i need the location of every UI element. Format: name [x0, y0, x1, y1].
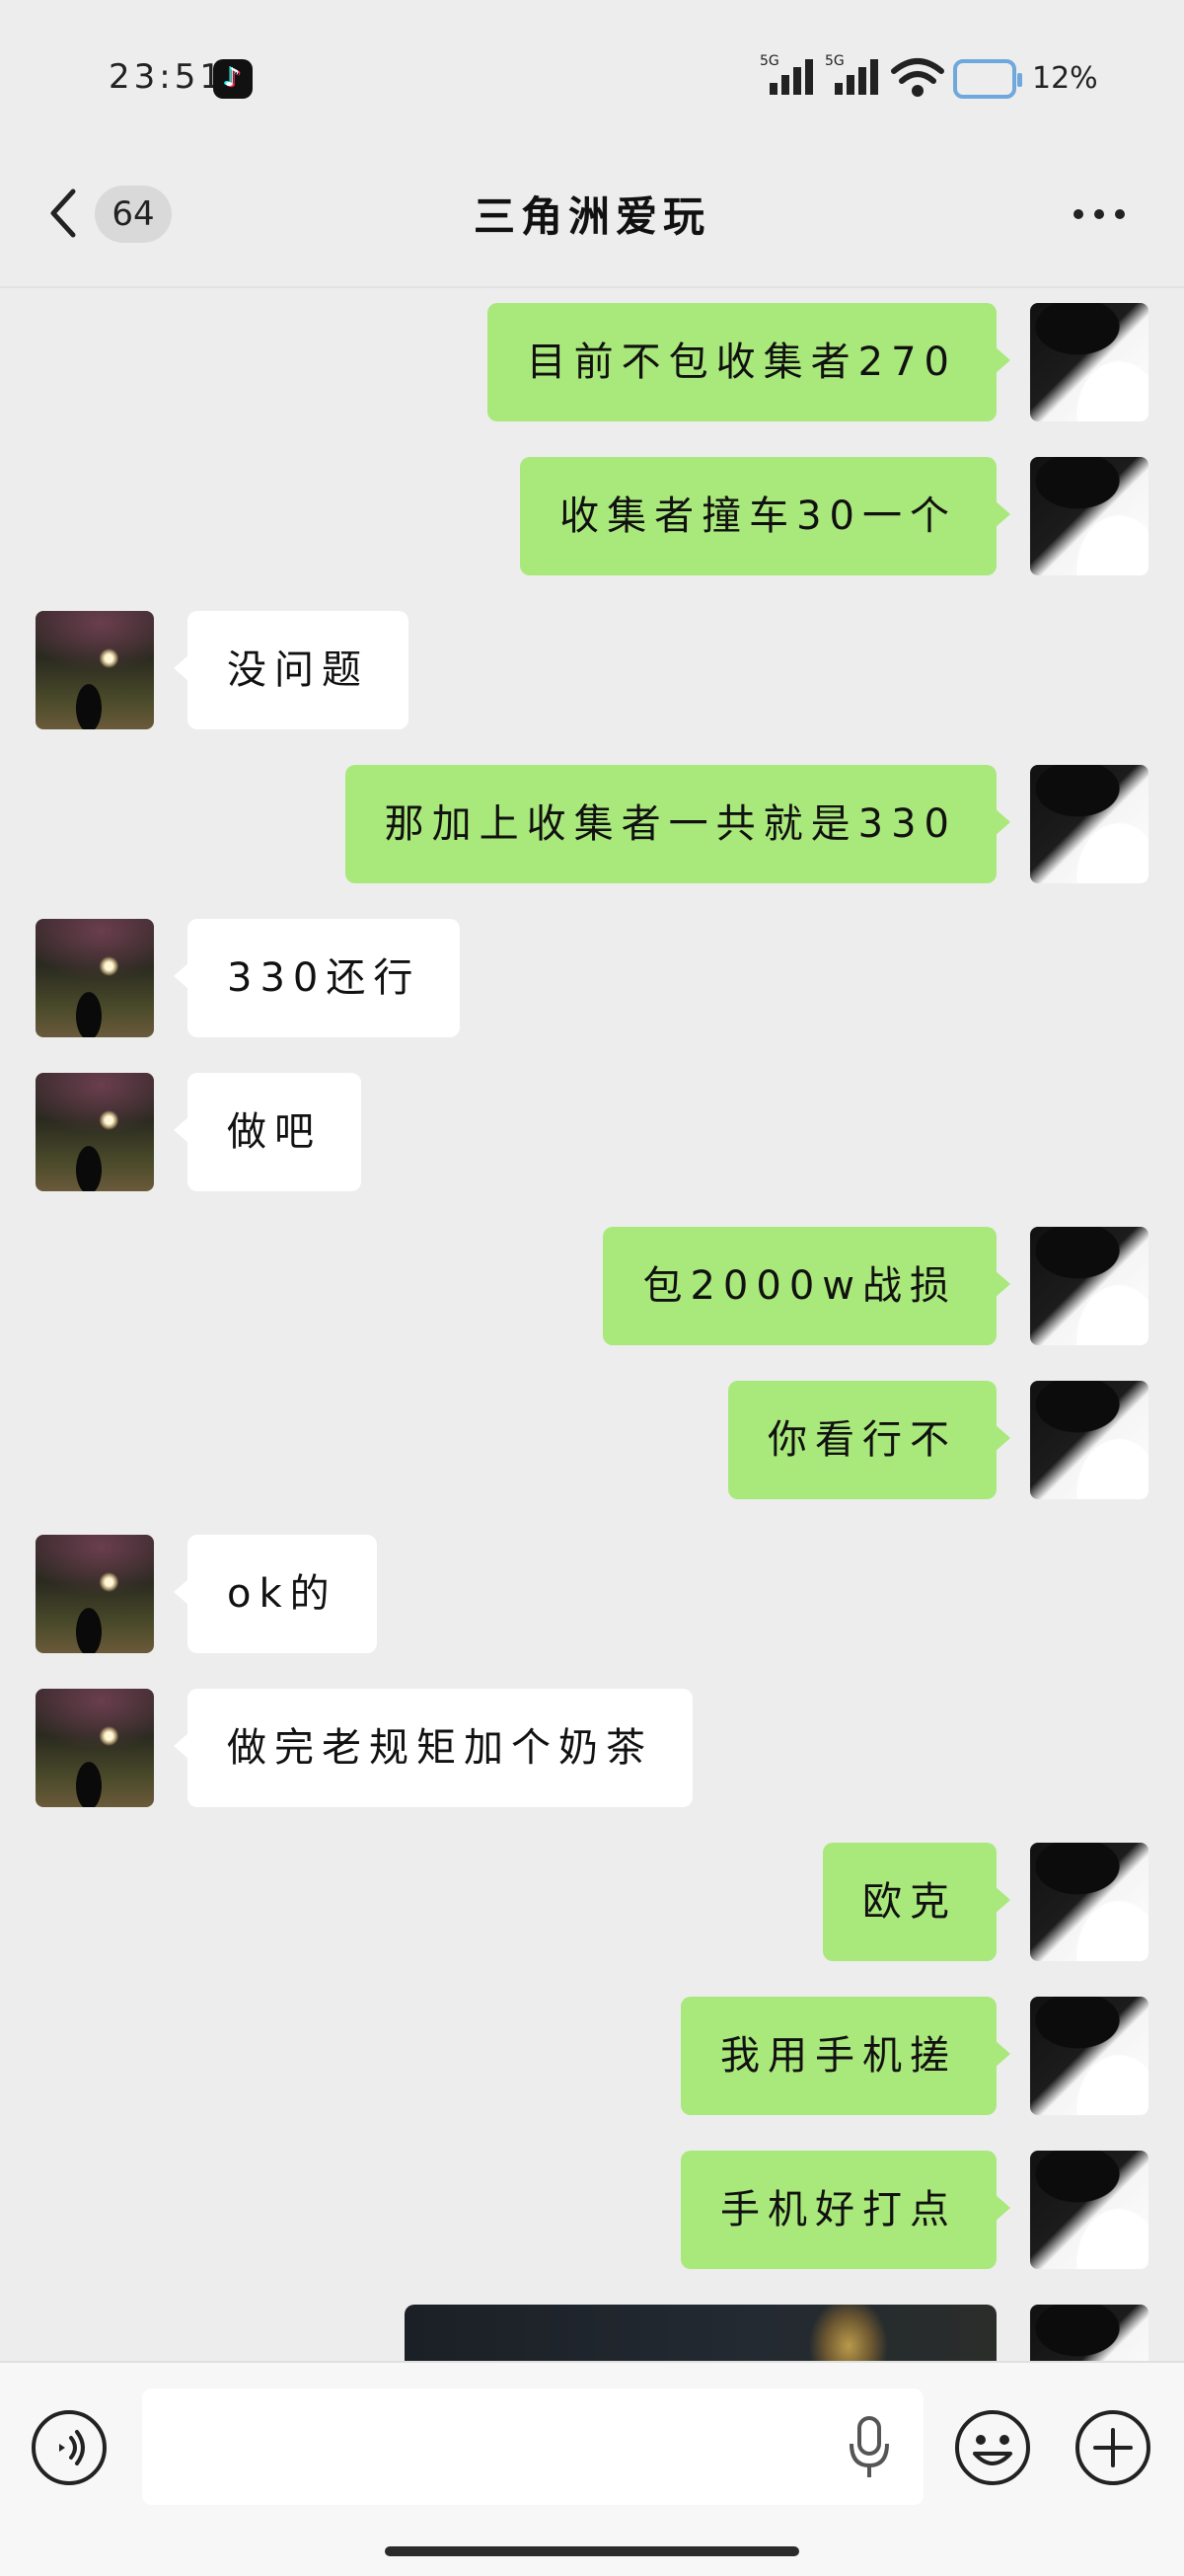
- avatar[interactable]: [36, 919, 154, 1037]
- message-row: 手机好打点: [0, 2151, 1184, 2269]
- avatar[interactable]: [1030, 1381, 1148, 1499]
- voice-icon[interactable]: [30, 2408, 109, 2487]
- message-row: 你看行不: [0, 1381, 1184, 1499]
- message-row: 目前不包收集者270: [0, 303, 1184, 421]
- avatar[interactable]: [36, 1689, 154, 1807]
- wifi-icon: [891, 58, 944, 97]
- chat-title: 三角洲爱玩: [473, 192, 710, 241]
- message-bubble[interactable]: 收集者撞车30一个: [520, 457, 1010, 575]
- status-time: 23:51: [109, 57, 225, 97]
- image-content: [789, 2305, 908, 2361]
- message-bubble[interactable]: ok的: [174, 1535, 377, 1653]
- message-bubble[interactable]: 我用手机搓: [681, 1997, 1010, 2115]
- signal-label: 5G: [760, 53, 779, 69]
- avatar[interactable]: [1030, 1227, 1148, 1345]
- message-bubble[interactable]: 没问题: [174, 611, 408, 729]
- message-bubble[interactable]: 欧克: [823, 1843, 1010, 1961]
- avatar[interactable]: [1030, 1997, 1148, 2115]
- signal-label: 5G: [825, 53, 845, 69]
- home-indicator[interactable]: [385, 2546, 799, 2556]
- signal-icon: 5G: [825, 53, 880, 97]
- avatar[interactable]: [1030, 2305, 1148, 2361]
- image-message[interactable]: [405, 2305, 997, 2361]
- message-row: 收集者撞车30一个: [0, 457, 1184, 575]
- chat-header: 64 三角洲爱玩: [0, 158, 1184, 288]
- avatar[interactable]: [1030, 303, 1148, 421]
- message-row: 做完老规矩加个奶茶: [0, 1689, 1184, 1807]
- mic-icon[interactable]: [845, 2414, 894, 2483]
- avatar[interactable]: [36, 1073, 154, 1191]
- message-bubble[interactable]: 目前不包收集者270: [486, 303, 1011, 421]
- plus-icon[interactable]: [1073, 2408, 1152, 2487]
- emoji-icon[interactable]: [953, 2408, 1032, 2487]
- battery-percent: 12%: [1032, 61, 1098, 96]
- status-bar: 23:51 ♪ 5G 5G 12%: [0, 0, 1184, 158]
- avatar[interactable]: [1030, 2151, 1148, 2269]
- avatar[interactable]: [1030, 765, 1148, 883]
- avatar[interactable]: [36, 1535, 154, 1653]
- message-bubble[interactable]: 做完老规矩加个奶茶: [174, 1689, 693, 1807]
- battery-icon: [953, 59, 1022, 99]
- message-row: 欧克: [0, 1843, 1184, 1961]
- message-bubble[interactable]: 330还行: [173, 919, 461, 1037]
- avatar[interactable]: [36, 611, 154, 729]
- tiktok-icon: ♪: [213, 59, 253, 99]
- message-row: 我用手机搓: [0, 1997, 1184, 2115]
- signal-icon: 5G: [760, 53, 815, 97]
- message-row: 做吧: [0, 1073, 1184, 1191]
- message-row: 330还行: [0, 919, 1184, 1037]
- message-bubble[interactable]: 你看行不: [728, 1381, 1010, 1499]
- avatar[interactable]: [1030, 1843, 1148, 1961]
- message-row: 没问题: [0, 611, 1184, 729]
- message-row: ok的: [0, 1535, 1184, 1653]
- message-bubble[interactable]: 包2000w战损: [603, 1227, 1010, 1345]
- message-row: 那加上收集者一共就是330: [0, 765, 1184, 883]
- message-bubble[interactable]: 那加上收集者一共就是330: [344, 765, 1011, 883]
- message-input[interactable]: [142, 2388, 924, 2505]
- message-row: 包2000w战损: [0, 1227, 1184, 1345]
- message-bubble[interactable]: 手机好打点: [681, 2151, 1010, 2269]
- avatar[interactable]: [1030, 457, 1148, 575]
- input-bar: [0, 2361, 1184, 2576]
- message-list[interactable]: 目前不包收集者270 收集者撞车30一个 没问题 那加上收集者一共就是330 3…: [0, 288, 1184, 2361]
- message-bubble[interactable]: 做吧: [174, 1073, 361, 1191]
- more-icon[interactable]: [1070, 205, 1129, 225]
- message-row: [0, 2305, 1184, 2361]
